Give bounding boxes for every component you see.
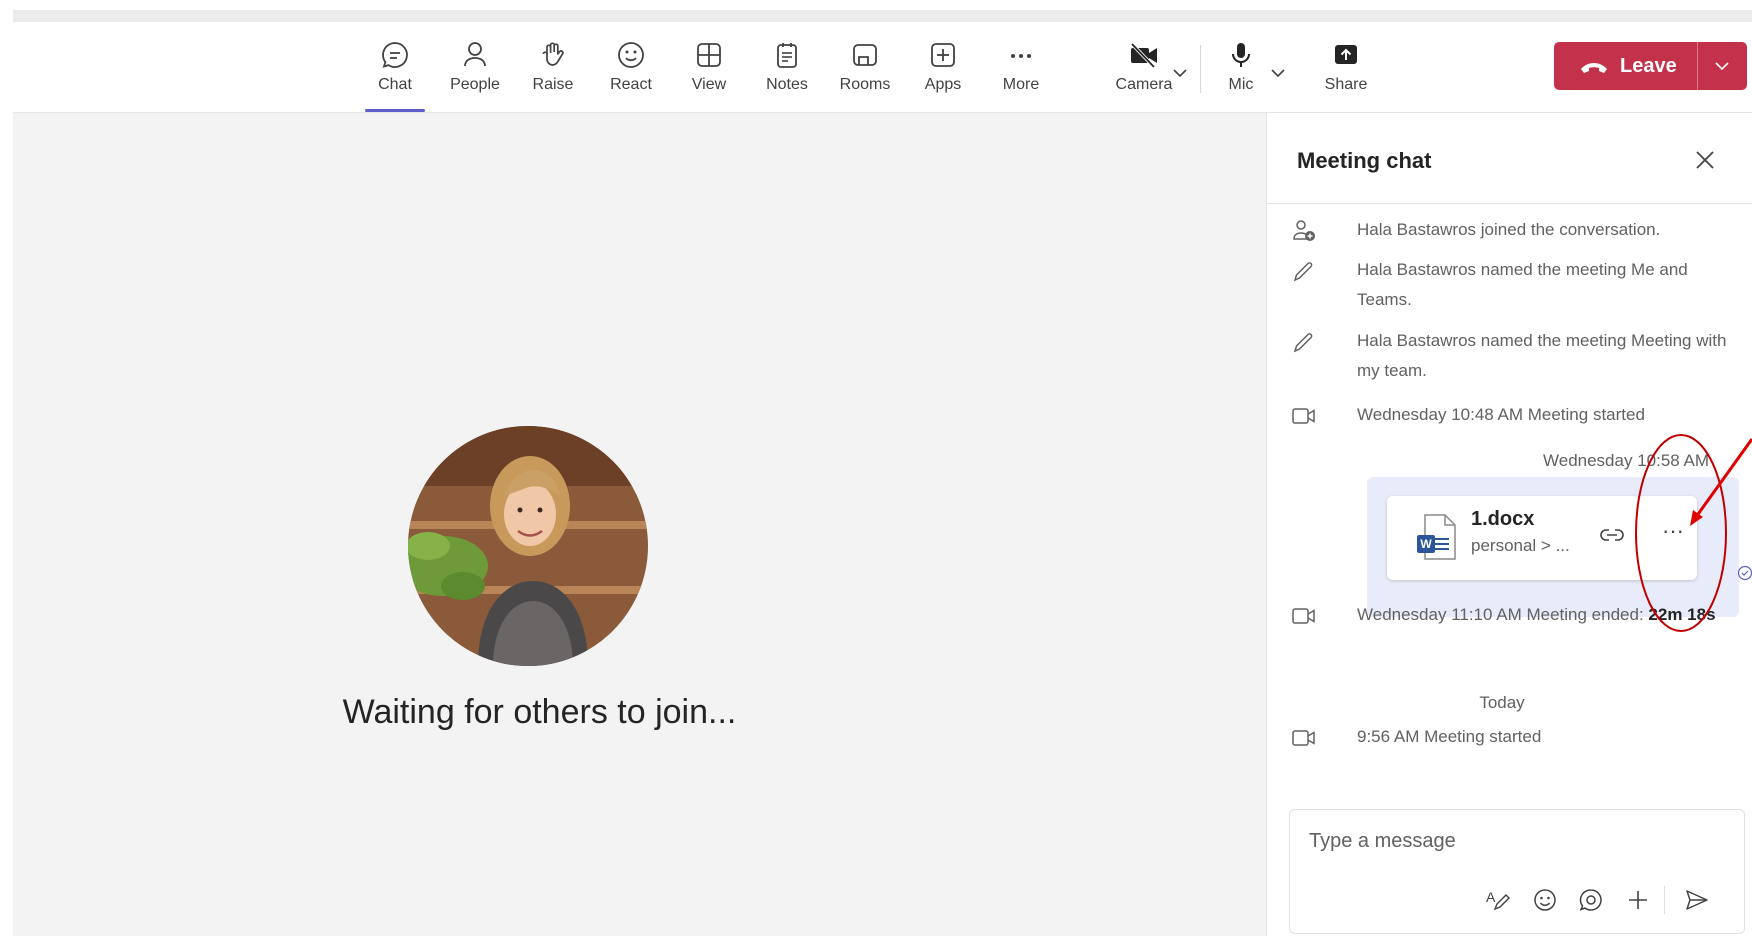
participant-avatar: [408, 426, 648, 666]
word-document-icon: W: [1417, 514, 1456, 560]
camera-options-chevron-icon[interactable]: [1169, 62, 1191, 84]
people-button-label: People: [450, 76, 500, 93]
waiting-message: Waiting for others to join...: [342, 693, 737, 731]
video-icon: [1292, 730, 1315, 746]
chat-event-text: Hala Bastawros named the meeting Me and …: [1357, 260, 1688, 309]
chat-event-text: Hala Bastawros named the meeting Meeting…: [1357, 331, 1727, 380]
chat-button[interactable]: Chat: [360, 40, 430, 112]
chat-message-bubble: W 1.docx personal > ... ···: [1367, 477, 1739, 617]
chat-panel-title: Meeting chat: [1297, 148, 1432, 173]
camera-off-icon: [1130, 42, 1157, 69]
meeting-ended-text: Wednesday 11:10 AM Meeting ended:: [1357, 605, 1649, 624]
mic-icon: [1232, 43, 1250, 67]
pencil-icon: [1293, 333, 1313, 353]
loop-compose-icon[interactable]: [1576, 885, 1606, 915]
chat-event-text: Hala Bastawros joined the conversation.: [1357, 220, 1661, 239]
leave-options-chevron-icon[interactable]: [1712, 56, 1732, 76]
link-icon[interactable]: [1599, 525, 1625, 545]
view-button-label: View: [691, 76, 727, 93]
share-icon: [1335, 45, 1357, 64]
meeting-duration: 22m 18s: [1648, 605, 1716, 624]
people-button[interactable]: People: [440, 40, 510, 106]
leave-divider: [1697, 42, 1698, 90]
mic-button[interactable]: Mic: [1206, 40, 1276, 106]
mic-button-label: Mic: [1228, 76, 1254, 93]
notes-icon: [777, 43, 797, 68]
rooms-button-label: Rooms: [839, 76, 891, 93]
message-timestamp: Wednesday 10:58 AM: [1543, 451, 1710, 470]
file-attachment-card[interactable]: W 1.docx personal > ... ···: [1387, 496, 1697, 580]
mic-options-chevron-icon[interactable]: [1267, 62, 1289, 84]
raise-hand-button[interactable]: Raise: [518, 40, 588, 106]
apps-button-label: Apps: [924, 76, 962, 93]
people-icon: [464, 42, 486, 67]
view-button[interactable]: View: [674, 40, 744, 106]
phone-hangup-icon: [1581, 63, 1607, 73]
format-icon[interactable]: A: [1482, 885, 1512, 915]
view-grid-icon: [697, 43, 721, 67]
video-icon: [1292, 408, 1315, 424]
more-button-label: More: [1002, 76, 1040, 93]
react-button-label: React: [610, 76, 652, 93]
message-input[interactable]: [1307, 823, 1711, 859]
raise-hand-label: Raise: [532, 76, 574, 93]
seen-check-icon: [1737, 565, 1752, 581]
person-add-icon: [1293, 220, 1315, 241]
raise-hand-icon: [542, 42, 564, 66]
video-icon: [1292, 608, 1315, 624]
chat-icon: [382, 42, 408, 68]
avatar-photo: [408, 426, 648, 666]
leave-label: Leave: [1620, 55, 1677, 77]
chat-event-text: Wednesday 11:10 AM Meeting ended: 22m 18…: [1357, 600, 1737, 630]
more-button[interactable]: More: [986, 40, 1056, 106]
rooms-icon: [853, 44, 877, 66]
emoji-icon[interactable]: [1530, 885, 1560, 915]
leave-button[interactable]: Leave: [1554, 42, 1747, 90]
meeting-chat-panel: Meeting chat Hala Bastawros joined the c…: [1266, 113, 1752, 936]
smiley-icon: [618, 42, 644, 68]
compose-box: A: [1289, 809, 1745, 934]
meeting-stage: Waiting for others to join...: [13, 113, 1266, 936]
pencil-icon: [1293, 262, 1313, 282]
send-icon[interactable]: [1682, 885, 1712, 915]
react-button[interactable]: React: [596, 40, 666, 106]
svg-text:W: W: [1420, 537, 1432, 551]
file-more-options-button[interactable]: ···: [1655, 518, 1691, 554]
title-bar: [13, 10, 1752, 22]
window-top-strip: [0, 0, 1752, 22]
chat-button-label: Chat: [378, 76, 412, 93]
notes-button[interactable]: Notes: [752, 40, 822, 106]
day-divider: Today: [1479, 693, 1525, 712]
share-button[interactable]: Share: [1311, 40, 1381, 106]
file-path: personal > ...: [1471, 536, 1570, 555]
close-icon[interactable]: [1692, 147, 1718, 173]
attach-plus-icon[interactable]: [1623, 885, 1653, 915]
rooms-button[interactable]: Rooms: [830, 40, 900, 106]
chat-event-text: Wednesday 10:48 AM Meeting started: [1357, 405, 1645, 424]
apps-button[interactable]: Apps: [908, 40, 978, 106]
chat-header-divider: [1267, 203, 1752, 204]
notes-button-label: Notes: [766, 76, 808, 93]
file-name: 1.docx: [1471, 508, 1535, 530]
svg-text:A: A: [1486, 889, 1496, 905]
chat-event-text: 9:56 AM Meeting started: [1357, 727, 1542, 746]
more-icon: [1011, 54, 1031, 58]
share-button-label: Share: [1324, 76, 1368, 93]
apps-plus-icon: [931, 43, 955, 67]
meeting-toolbar: Chat People Raise React View Notes Rooms…: [13, 22, 1752, 113]
compose-divider: [1664, 886, 1665, 914]
toolbar-divider: [1200, 45, 1201, 93]
